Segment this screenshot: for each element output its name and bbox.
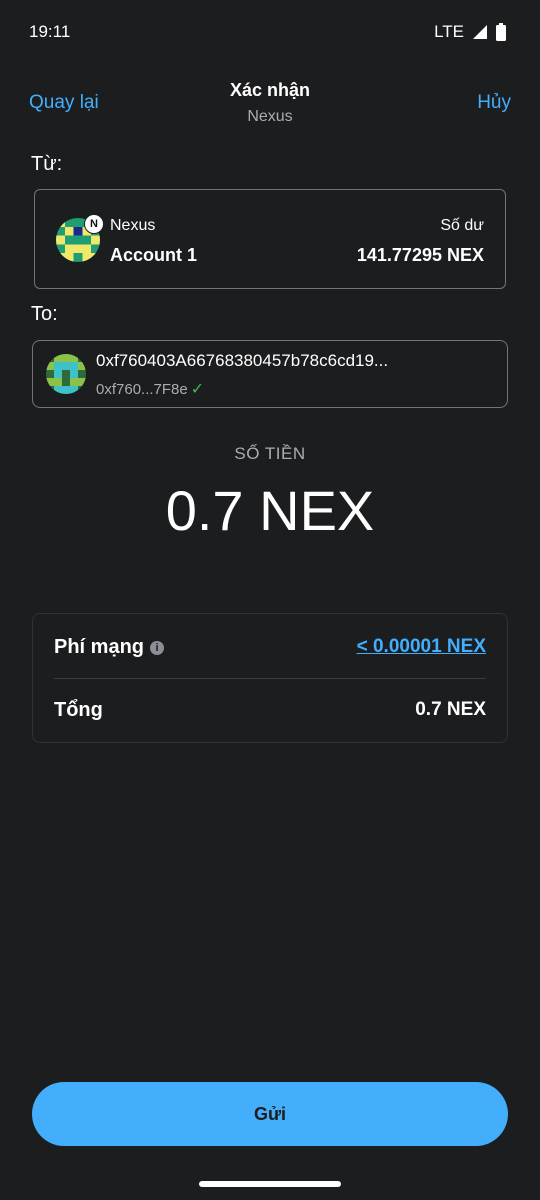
account-avatar-wrap: N: [56, 214, 104, 262]
network-fee-row: Phí mạng i: [54, 636, 165, 659]
recipient-card[interactable]: 0xf760403A66768380457b78c6cd19... 0xf760…: [32, 340, 508, 408]
balance-label: Số dư: [440, 217, 484, 234]
balance-value: 141.77295 NEX: [356, 245, 484, 265]
recipient-avatar: [46, 354, 86, 394]
recipient-short-address-text: 0xf760...7F8e: [96, 380, 188, 398]
info-icon[interactable]: i: [150, 640, 165, 655]
signal-icon: [472, 24, 488, 40]
from-account-card[interactable]: N Nexus Account 1 Số dư 141.77295 NEX: [34, 189, 506, 289]
fee-summary-card: Phí mạng i < 0.00001 NEX Tổng 0.7 NEX: [32, 613, 508, 743]
from-account-name: Account 1: [110, 245, 198, 265]
recipient-address: 0xf760403A66768380457b78c6cd19...: [96, 351, 389, 370]
status-bar: 19:11 LTE: [0, 0, 540, 64]
home-indicator[interactable]: [199, 1181, 341, 1187]
check-icon: ✓: [190, 381, 205, 398]
send-button[interactable]: Gửi: [32, 1082, 508, 1146]
amount-value: 0.7 NEX: [165, 479, 375, 542]
divider: [54, 678, 486, 679]
network-fee-label: Phí mạng: [54, 636, 145, 658]
from-section-label: Từ:: [31, 153, 63, 175]
amount-label: SỐ TIỀN: [234, 444, 306, 463]
network-fee-value[interactable]: < 0.00001 NEX: [357, 636, 486, 658]
battery-icon: [496, 23, 506, 41]
page-title: Xác nhận: [229, 80, 311, 100]
cancel-button[interactable]: Hủy: [477, 92, 511, 114]
total-label: Tổng: [54, 699, 103, 721]
from-network-name: Nexus: [110, 217, 156, 234]
network-badge-icon: N: [84, 214, 104, 234]
total-value: 0.7 NEX: [415, 699, 486, 720]
to-section-label: To:: [31, 303, 58, 325]
network-type: LTE: [434, 22, 464, 41]
network-subtitle: Nexus: [247, 108, 293, 125]
status-time: 19:11: [29, 22, 71, 41]
recipient-short-address: 0xf760...7F8e ✓: [96, 379, 204, 399]
status-indicators: LTE: [434, 22, 506, 42]
top-navigation: Quay lại Xác nhận Nexus Hủy: [0, 72, 540, 136]
